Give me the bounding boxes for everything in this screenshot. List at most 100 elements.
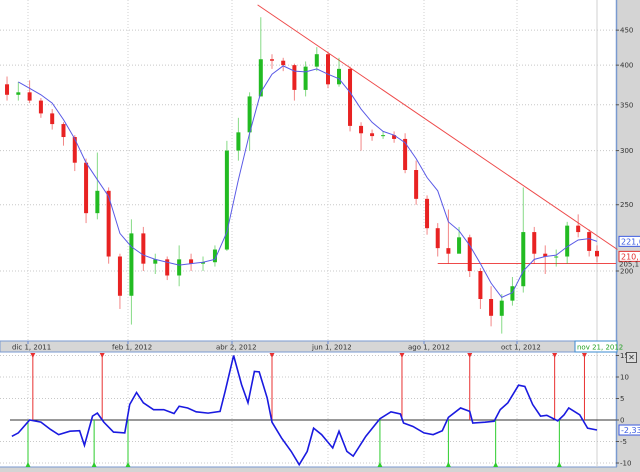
- candle-body: [141, 233, 146, 264]
- candle: [370, 129, 375, 141]
- candle: [532, 226, 537, 264]
- bottom-strip: [0, 467, 640, 472]
- candle: [403, 133, 408, 174]
- candle: [38, 98, 43, 118]
- candle: [72, 135, 77, 172]
- oscillator-value-label: -2,33: [621, 426, 640, 435]
- oscillator-line: [11, 355, 598, 467]
- price-tick-label: 200: [620, 268, 633, 276]
- candle: [303, 61, 308, 97]
- oscillator-tick-label: -10: [620, 460, 631, 468]
- candle-body: [370, 133, 375, 137]
- candle: [27, 80, 32, 104]
- candle: [348, 66, 353, 132]
- candle: [595, 245, 599, 263]
- oscillator-tick-label: 0: [620, 417, 624, 425]
- candle-body: [117, 256, 122, 296]
- candle: [236, 117, 241, 161]
- date-tick-label: feb 1, 2012: [112, 344, 152, 352]
- candle-body: [587, 232, 592, 251]
- candle-body: [292, 65, 297, 90]
- date-tick-label: abr 2, 2012: [216, 344, 257, 352]
- cursor-date-label: nov 21, 2012: [577, 344, 623, 352]
- candle: [84, 158, 89, 224]
- candle-body: [521, 232, 526, 287]
- oscillator-tick-label: 10: [620, 374, 629, 382]
- candle: [435, 223, 440, 257]
- price-tick-label: 450: [620, 27, 633, 35]
- candle-body: [314, 54, 319, 67]
- candle: [95, 152, 100, 220]
- stock-chart-window: 200 250 300 350 400 450 dic 1, 2011 feb 1, 2012…: [0, 0, 640, 472]
- candle: [5, 76, 10, 101]
- candle: [129, 219, 134, 325]
- candle: [117, 253, 122, 309]
- candle: [165, 256, 170, 281]
- buy-signal-marker[interactable]: [25, 462, 31, 467]
- support-value-label: 205,1: [619, 261, 639, 269]
- sell-signal-marker[interactable]: [30, 353, 36, 358]
- candle: [106, 187, 111, 264]
- ma-value-label: 221,0: [621, 237, 640, 246]
- candle-body: [446, 248, 451, 254]
- candle: [425, 195, 430, 235]
- candle: [247, 92, 252, 151]
- candle-body: [532, 232, 537, 254]
- candle: [16, 81, 21, 101]
- candle-body: [61, 124, 66, 138]
- buy-signal-marker[interactable]: [91, 462, 97, 467]
- candle-body: [499, 300, 504, 316]
- candle: [587, 229, 592, 257]
- candle-body: [478, 271, 483, 300]
- price-tick-label: 250: [620, 201, 633, 209]
- candle-body: [129, 233, 134, 296]
- candle-body: [425, 198, 430, 229]
- candle: [201, 256, 206, 271]
- price-tick-label: 350: [620, 101, 633, 109]
- candle-body: [281, 60, 286, 66]
- candle-body: [576, 225, 581, 233]
- candle-body: [489, 299, 494, 316]
- date-tick-label: dic 1, 2011: [12, 344, 51, 352]
- candle-body: [554, 256, 559, 258]
- candle: [381, 131, 386, 139]
- candle-body: [337, 68, 342, 85]
- close-oscillator-button[interactable]: ✕: [626, 352, 637, 363]
- candle-body: [435, 228, 440, 249]
- candle: [50, 109, 55, 130]
- close-icon: ✕: [628, 353, 635, 362]
- candle-body: [467, 237, 472, 271]
- candle: [292, 63, 297, 101]
- candle-body: [5, 84, 10, 95]
- candle-body: [414, 170, 419, 199]
- chart-canvas[interactable]: 200 250 300 350 400 450 dic 1, 2011 feb 1, 2012…: [0, 0, 640, 472]
- candle: [467, 234, 472, 278]
- candle: [326, 52, 330, 89]
- candle-body: [303, 66, 308, 90]
- candle-body: [177, 259, 182, 276]
- sell-signal-marker[interactable]: [99, 353, 105, 358]
- candle: [337, 57, 342, 87]
- candle-body: [95, 190, 100, 214]
- candle: [258, 17, 263, 97]
- price-tick-label: 300: [620, 147, 633, 155]
- oscillator-tick-label: 5: [620, 395, 624, 403]
- candle: [510, 277, 515, 306]
- candle-body: [326, 54, 330, 85]
- resistance-trendline[interactable]: [257, 4, 618, 250]
- oscillator-tick-label: -5: [620, 438, 627, 446]
- candle: [414, 160, 419, 205]
- candle: [177, 245, 182, 287]
- candle: [392, 131, 397, 143]
- candle: [270, 54, 274, 69]
- candle-body: [381, 135, 386, 137]
- candle: [61, 122, 66, 146]
- candle-body: [359, 125, 364, 134]
- date-tick-label: oct 1, 2012: [501, 344, 541, 352]
- candle-body: [50, 113, 55, 125]
- buy-signal-marker[interactable]: [493, 462, 499, 467]
- sell-signal-marker[interactable]: [399, 353, 405, 358]
- candle: [314, 47, 319, 72]
- candle-body: [270, 59, 274, 61]
- candle-body: [236, 132, 241, 151]
